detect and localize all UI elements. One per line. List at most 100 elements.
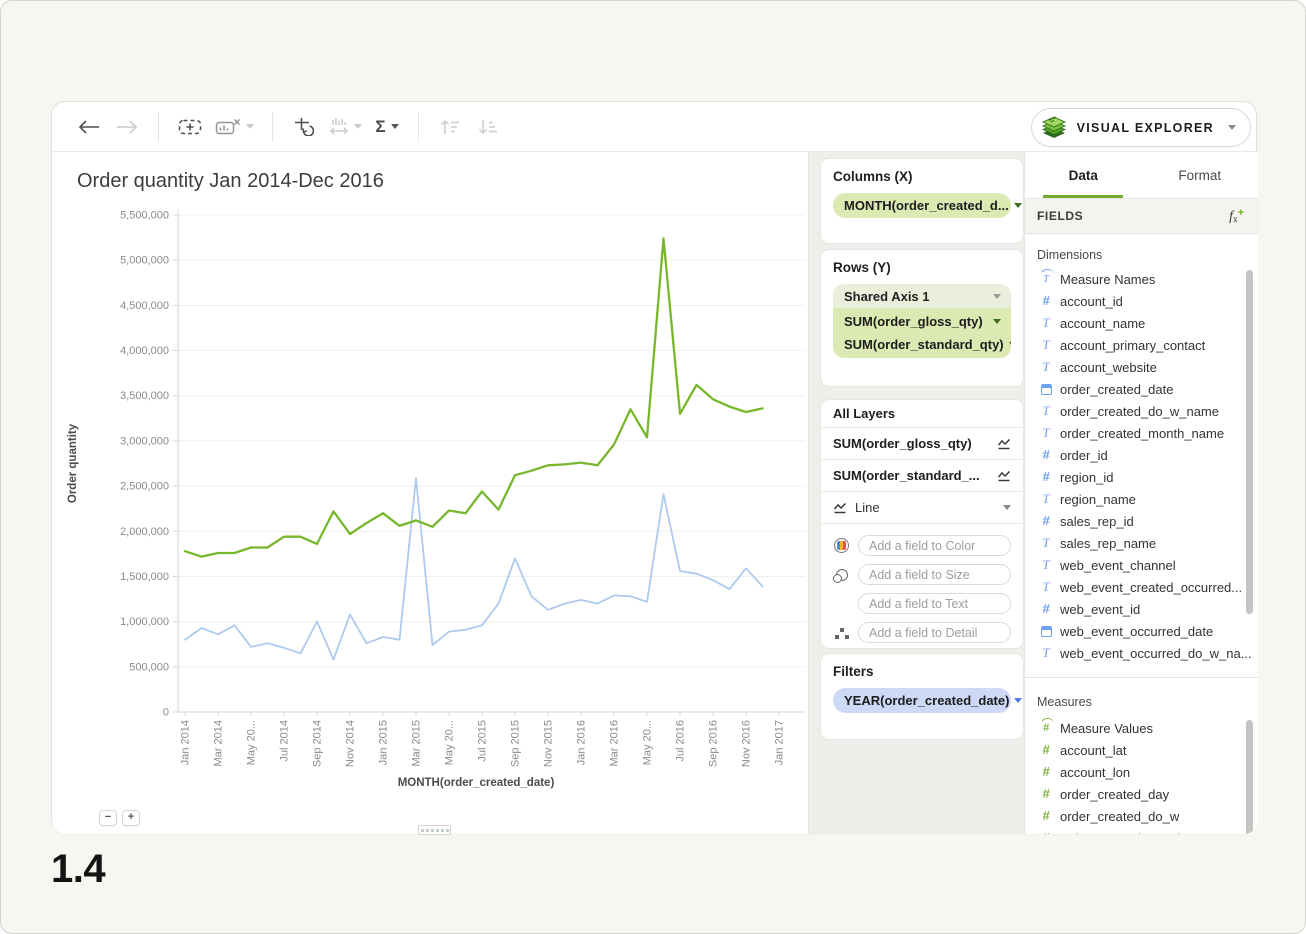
- filter-field-pill[interactable]: YEAR(order_created_date): [833, 688, 1011, 713]
- remove-visualization-button[interactable]: [215, 112, 254, 142]
- line-mark-icon: [833, 502, 847, 514]
- forward-arrow-icon: [116, 120, 138, 134]
- field-label: order_created_month_name: [1060, 426, 1224, 441]
- sort-ascending-button[interactable]: [437, 112, 463, 142]
- measures-scrollbar[interactable]: [1246, 720, 1253, 834]
- measure-field-item[interactable]: order_created_day: [1025, 783, 1258, 805]
- field-slot: Add a field to Text: [833, 593, 1011, 614]
- add-chart-icon: [178, 118, 202, 136]
- dimension-field-item[interactable]: order_id: [1025, 444, 1258, 466]
- dimension-field-item[interactable]: sales_rep_id: [1025, 510, 1258, 532]
- dimension-field-item[interactable]: region_id: [1025, 466, 1258, 488]
- field-type-icon: [1037, 314, 1055, 332]
- dimension-field-item[interactable]: region_name: [1025, 488, 1258, 510]
- chevron-down-icon: [1003, 505, 1011, 510]
- field-type-icon: [1037, 358, 1055, 376]
- add-field-dropzone[interactable]: Add a field to Text: [858, 593, 1011, 614]
- chevron-down-icon: [1014, 698, 1022, 703]
- layer-row[interactable]: SUM(order_gloss_qty): [821, 427, 1023, 459]
- dimension-field-item[interactable]: account_primary_contact: [1025, 334, 1258, 356]
- add-field-dropzone[interactable]: Add a field to Detail: [858, 622, 1011, 643]
- zoom-in-button[interactable]: +: [122, 810, 140, 826]
- svg-text:500,000: 500,000: [129, 661, 169, 673]
- dimension-field-item[interactable]: web_event_channel: [1025, 554, 1258, 576]
- svg-text:4,500,000: 4,500,000: [120, 300, 169, 312]
- aggregate-button[interactable]: Σ: [374, 112, 400, 142]
- rows-shelf: Rows (Y) Shared Axis 1 SUM(order_gloss_q…: [821, 250, 1023, 386]
- panel-tab[interactable]: Format: [1142, 152, 1259, 198]
- pill-label: MONTH(order_created_d...: [844, 198, 1009, 213]
- dimension-field-item[interactable]: Measure Names: [1025, 268, 1258, 290]
- dimension-field-item[interactable]: web_event_created_occurred...: [1025, 576, 1258, 598]
- measure-field-item[interactable]: order_created_do_w: [1025, 805, 1258, 827]
- chevron-down-icon: [354, 124, 362, 129]
- dimension-field-item[interactable]: account_name: [1025, 312, 1258, 334]
- svg-text:0: 0: [163, 707, 169, 719]
- dimensions-scrollbar[interactable]: [1246, 270, 1253, 614]
- measure-field-item[interactable]: order_created_month: [1025, 827, 1258, 834]
- panel-tab[interactable]: Data: [1025, 152, 1142, 198]
- forward-button[interactable]: [114, 112, 140, 142]
- line-mark-icon: [997, 438, 1011, 450]
- dimension-field-item[interactable]: sales_rep_name: [1025, 532, 1258, 554]
- field-label: account_lon: [1060, 765, 1130, 780]
- panel-resize-handle[interactable]: [418, 825, 451, 835]
- dimension-field-item[interactable]: order_created_do_w_name: [1025, 400, 1258, 422]
- columns-field-pill[interactable]: MONTH(order_created_d...: [833, 193, 1011, 218]
- dimension-field-item[interactable]: order_created_month_name: [1025, 422, 1258, 444]
- rows-field-pill[interactable]: SUM(order_gloss_qty): [833, 310, 1011, 333]
- zoom-controls: − +: [99, 810, 140, 826]
- measure-field-item[interactable]: account_lon: [1025, 761, 1258, 783]
- mark-type-select[interactable]: Line: [821, 491, 1023, 523]
- field-label: account_website: [1060, 360, 1157, 375]
- field-type-icon: [1037, 336, 1055, 354]
- field-label: sales_rep_name: [1060, 536, 1156, 551]
- svg-text:Mar 2016: Mar 2016: [609, 720, 621, 766]
- add-field-dropzone[interactable]: Add a field to Color: [858, 535, 1011, 556]
- dimension-field-item[interactable]: order_created_date: [1025, 378, 1258, 400]
- line-mark-icon: [997, 470, 1011, 482]
- mark-property-icon: [833, 538, 850, 553]
- chevron-down-icon: [1014, 203, 1022, 208]
- rows-field-pill[interactable]: SUM(order_standard_qty): [833, 333, 1011, 356]
- svg-text:Mar 2015: Mar 2015: [411, 720, 423, 766]
- visual-explorer-button[interactable]: VISUAL EXPLORER: [1031, 108, 1251, 147]
- sort-descending-button[interactable]: [475, 112, 501, 142]
- add-calculated-field-button[interactable]: fx+: [1229, 207, 1244, 225]
- svg-text:Jul 2014: Jul 2014: [279, 720, 291, 762]
- new-visualization-button[interactable]: [177, 112, 203, 142]
- field-type-icon: [1037, 600, 1055, 618]
- dimension-field-item[interactable]: account_id: [1025, 290, 1258, 312]
- fields-panel: DataFormat FIELDS fx+ Dimensions Measure…: [1024, 152, 1258, 834]
- shared-axis-group: Shared Axis 1 SUM(order_gloss_qty) SUM(o…: [833, 284, 1011, 358]
- swap-axes-button[interactable]: [291, 112, 317, 142]
- dimension-field-item[interactable]: account_website: [1025, 356, 1258, 378]
- svg-text:Sep 2016: Sep 2016: [708, 720, 720, 767]
- svg-text:5,500,000: 5,500,000: [120, 210, 169, 222]
- zoom-out-button[interactable]: −: [99, 810, 117, 826]
- all-layers-header: All Layers: [821, 400, 1023, 427]
- field-label: web_event_channel: [1060, 558, 1176, 573]
- field-type-icon: [1037, 722, 1055, 734]
- dimension-field-item[interactable]: web_event_occurred_date: [1025, 620, 1258, 642]
- svg-text:2,000,000: 2,000,000: [120, 526, 169, 538]
- add-field-dropzone[interactable]: Add a field to Size: [858, 564, 1011, 585]
- measure-field-item[interactable]: account_lat: [1025, 739, 1258, 761]
- chart-area: Order quantity Jan 2014-Dec 2016 0500,00…: [52, 152, 808, 834]
- field-label: region_name: [1060, 492, 1136, 507]
- field-label: region_id: [1060, 470, 1114, 485]
- bar-width-button[interactable]: [329, 112, 362, 142]
- field-type-icon: [1037, 807, 1055, 825]
- chevron-down-icon: [1228, 125, 1236, 130]
- measure-field-item[interactable]: Measure Values: [1025, 717, 1258, 739]
- svg-text:Nov 2015: Nov 2015: [543, 720, 555, 767]
- dimension-field-item[interactable]: web_event_occurred_do_w_na...: [1025, 642, 1258, 664]
- shared-axis-pill[interactable]: Shared Axis 1: [833, 284, 1011, 308]
- dimension-field-item[interactable]: web_event_id: [1025, 598, 1258, 620]
- back-button[interactable]: [76, 112, 102, 142]
- svg-text:2,500,000: 2,500,000: [120, 481, 169, 493]
- layer-row[interactable]: SUM(order_standard_...: [821, 459, 1023, 491]
- order-quantity-line-chart[interactable]: 0500,0001,000,0001,500,0002,000,0002,500…: [52, 152, 808, 812]
- svg-text:MONTH(order_created_date): MONTH(order_created_date): [398, 777, 555, 789]
- field-label: account_id: [1060, 294, 1123, 309]
